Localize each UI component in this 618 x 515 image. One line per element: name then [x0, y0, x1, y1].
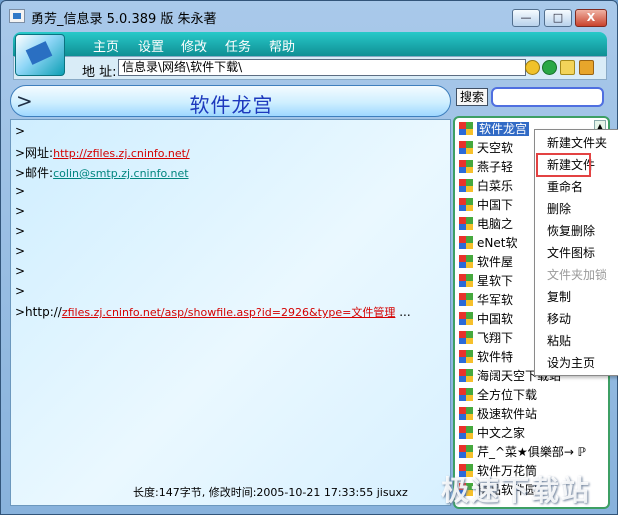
- tree-item[interactable]: 软件龙宫: [459, 120, 530, 139]
- menu-bar: 主页 设置 修改 任务 帮助: [13, 32, 607, 56]
- ctx-move[interactable]: 移动: [535, 308, 618, 330]
- tree-item[interactable]: 软件屋: [459, 253, 513, 272]
- address-input[interactable]: 信息录\网络\软件下载\: [118, 59, 526, 76]
- favorite-folder-icon[interactable]: [579, 60, 594, 75]
- window-title: 勇芳_信息录 5.0.389 版 朱永著: [31, 12, 217, 27]
- windows-flag-icon: [459, 236, 473, 249]
- up-folder-icon[interactable]: [525, 60, 540, 75]
- highlight-box: [536, 153, 591, 177]
- tree-item[interactable]: 全方位下载: [459, 386, 537, 405]
- windows-flag-icon: [459, 122, 473, 135]
- content-line: >: [15, 284, 26, 298]
- ctx-copy[interactable]: 复制: [535, 286, 618, 308]
- maximize-button[interactable]: □: [544, 9, 572, 27]
- menu-tasks[interactable]: 任务: [225, 36, 251, 55]
- windows-flag-icon: [459, 407, 473, 420]
- tree-item[interactable]: 电脑之: [459, 215, 513, 234]
- ctx-delete[interactable]: 删除: [535, 198, 618, 220]
- windows-flag-icon: [459, 179, 473, 192]
- windows-flag-icon: [459, 293, 473, 306]
- tree-item[interactable]: 中文之家: [459, 424, 525, 443]
- website-link[interactable]: http://zfiles.zj.cninfo.net/: [53, 147, 190, 160]
- email-link[interactable]: colin@smtp.zj.cninfo.net: [53, 167, 188, 180]
- search-input[interactable]: [491, 87, 604, 107]
- title-bar[interactable]: 勇芳_信息录 5.0.389 版 朱永著 — □ X: [1, 1, 617, 31]
- content-line: >: [15, 224, 26, 238]
- content-line-email: >邮件:colin@smtp.zj.cninfo.net: [15, 166, 189, 180]
- ctx-set-home[interactable]: 设为主页: [535, 352, 618, 374]
- content-line: >: [15, 264, 26, 278]
- tree-item[interactable]: 燕子轻: [459, 158, 513, 177]
- windows-flag-icon: [459, 198, 473, 211]
- tree-item[interactable]: 天空软: [459, 139, 513, 158]
- content-line-download: >http://zfiles.zj.cninfo.net/asp/showfil…: [15, 305, 411, 319]
- address-label: 地 址:: [82, 65, 117, 80]
- menu-help[interactable]: 帮助: [269, 36, 295, 55]
- ctx-lock-folder: 文件夹加锁: [547, 268, 608, 282]
- app-logo: [15, 34, 65, 76]
- address-bar: 地 址: 信息录\网络\软件下载\: [13, 56, 607, 80]
- ctx-restore-delete[interactable]: 恢复删除: [535, 220, 618, 242]
- tree-item[interactable]: 中国下: [459, 196, 513, 215]
- search-button[interactable]: 搜索: [456, 88, 488, 106]
- tree-item[interactable]: 星软下: [459, 272, 513, 291]
- menu-edit[interactable]: 修改: [181, 36, 207, 55]
- content-line: >: [15, 204, 26, 218]
- tree-item[interactable]: 华军软: [459, 291, 513, 310]
- menu-settings[interactable]: 设置: [138, 36, 164, 55]
- app-icon: [9, 9, 25, 23]
- tree-item[interactable]: 中国软: [459, 310, 513, 329]
- windows-flag-icon: [459, 369, 473, 382]
- windows-flag-icon: [459, 350, 473, 363]
- page-header: > 软件龙宫: [10, 85, 451, 117]
- content-line: >: [15, 244, 26, 258]
- content-pane[interactable]: > >网址:http://zfiles.zj.cninfo.net/ >邮件:c…: [10, 119, 451, 506]
- windows-flag-icon: [459, 331, 473, 344]
- windows-flag-icon: [459, 217, 473, 230]
- open-folder-icon[interactable]: [560, 60, 575, 75]
- tree-item[interactable]: 软件特: [459, 348, 513, 367]
- ctx-paste[interactable]: 粘贴: [535, 330, 618, 352]
- watermark: 极速下载站: [441, 474, 592, 507]
- content-line: >: [15, 124, 26, 138]
- windows-flag-icon: [459, 445, 473, 458]
- tree-item[interactable]: 极速软件站: [459, 405, 537, 424]
- ctx-new-folder[interactable]: 新建文件夹: [535, 132, 618, 154]
- page-title: 软件龙宫: [189, 93, 274, 117]
- download-link[interactable]: zfiles.zj.cninfo.net/asp/showfile.asp?id…: [62, 306, 396, 319]
- tree-item[interactable]: 飞翔下: [459, 329, 513, 348]
- windows-flag-icon: [459, 160, 473, 173]
- app-window: 勇芳_信息录 5.0.389 版 朱永著 — □ X 主页 设置 修改 任务 帮…: [0, 0, 618, 515]
- ctx-rename[interactable]: 重命名: [535, 176, 618, 198]
- back-arrow-icon[interactable]: [542, 60, 557, 75]
- menu-home[interactable]: 主页: [93, 36, 119, 55]
- ctx-file-icon[interactable]: 文件图标: [535, 242, 618, 264]
- windows-flag-icon: [459, 274, 473, 287]
- tree-item[interactable]: 芹_^菜★俱樂部→ ℙ: [459, 443, 586, 462]
- windows-flag-icon: [459, 255, 473, 268]
- windows-flag-icon: [459, 141, 473, 154]
- windows-flag-icon: [459, 312, 473, 325]
- windows-flag-icon: [459, 388, 473, 401]
- tree-item[interactable]: eNet软: [459, 234, 517, 253]
- minimize-button[interactable]: —: [512, 9, 540, 27]
- tree-item[interactable]: 白菜乐: [459, 177, 513, 196]
- close-button[interactable]: X: [575, 9, 607, 27]
- content-line-url: >网址:http://zfiles.zj.cninfo.net/: [15, 146, 190, 160]
- windows-flag-icon: [459, 426, 473, 439]
- content-line: >: [15, 184, 26, 198]
- status-text: 长度:147字节, 修改时间:2005-10-21 17:33:55 jisux…: [133, 486, 408, 499]
